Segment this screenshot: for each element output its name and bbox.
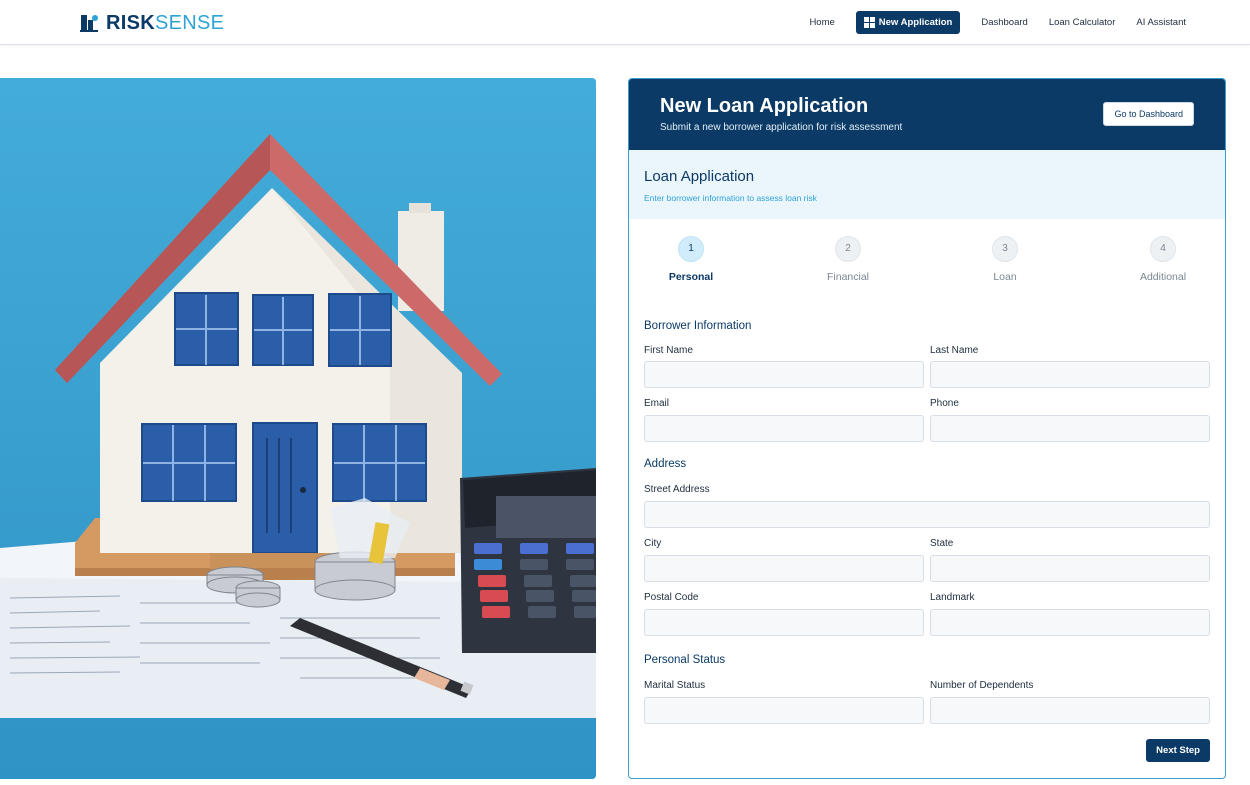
first-name-input[interactable]: [644, 361, 924, 388]
house-illustration: [0, 78, 596, 779]
step-number: 3: [992, 236, 1018, 262]
phone-label: Phone: [930, 398, 959, 409]
step-label: Additional: [1139, 271, 1187, 283]
logo-text-risk: RISK: [106, 11, 155, 34]
marital-status-select[interactable]: [644, 697, 924, 724]
email-input[interactable]: [644, 415, 924, 442]
landmark-label: Landmark: [930, 592, 975, 603]
step-label: Financial: [826, 271, 870, 283]
section-header: Loan Application Enter borrower informat…: [629, 150, 1225, 219]
loan-application-card: New Loan Application Submit a new borrow…: [628, 78, 1226, 779]
card-subtitle: Submit a new borrower application for ri…: [660, 122, 903, 133]
card-title: New Loan Application: [660, 95, 869, 117]
logo[interactable]: RISK SENSE: [78, 11, 224, 35]
section-subtitle: Enter borrower information to assess loa…: [644, 193, 817, 203]
nav-links: Home New Application Dashboard Loan Calc…: [788, 10, 1186, 34]
nav-new-application[interactable]: New Application: [855, 10, 961, 34]
hero-image: [0, 78, 596, 779]
nav-home[interactable]: Home: [809, 17, 834, 28]
step-label: Personal: [668, 271, 714, 283]
city-label: City: [644, 538, 662, 549]
step-label: Loan: [993, 271, 1017, 283]
card-header: New Loan Application Submit a new borrow…: [629, 79, 1225, 150]
postal-code-input[interactable]: [644, 609, 924, 636]
logo-icon: [80, 15, 98, 32]
grid-icon: [863, 16, 875, 28]
dependents-label: Number of Dependents: [930, 680, 1034, 691]
next-step-button[interactable]: Next Step: [1146, 739, 1210, 762]
borrower-info-heading: Borrower Information: [644, 320, 752, 332]
street-address-input[interactable]: [644, 501, 1210, 528]
last-name-label: Last Name: [930, 345, 979, 356]
step-number: 1: [678, 236, 704, 262]
city-input[interactable]: [644, 555, 924, 582]
first-name-label: First Name: [644, 345, 693, 356]
step-personal[interactable]: 1 Personal: [651, 236, 731, 283]
nav-new-application-label: New Application: [878, 16, 953, 28]
logo-text-sense: SENSE: [154, 11, 225, 34]
step-additional[interactable]: 4 Additional: [1123, 236, 1203, 283]
email-label: Email: [644, 398, 670, 409]
state-input[interactable]: [930, 555, 1210, 582]
nav-loan-calculator[interactable]: Loan Calculator: [1049, 17, 1116, 28]
step-financial[interactable]: 2 Financial: [808, 236, 888, 283]
landmark-input[interactable]: [930, 609, 1210, 636]
step-number: 4: [1150, 236, 1176, 262]
postal-code-label: Postal Code: [644, 592, 699, 603]
street-address-label: Street Address: [644, 484, 710, 495]
top-navbar: RISK SENSE Home New Application Dashboard…: [0, 0, 1250, 45]
step-number: 2: [835, 236, 861, 262]
section-title: Loan Application: [644, 168, 755, 185]
step-loan[interactable]: 3 Loan: [965, 236, 1045, 283]
personal-status-heading: Personal Status: [644, 654, 726, 666]
phone-input[interactable]: [930, 415, 1210, 442]
last-name-input[interactable]: [930, 361, 1210, 388]
address-heading: Address: [644, 458, 687, 470]
marital-status-label: Marital Status: [644, 680, 706, 691]
dependents-input[interactable]: [930, 697, 1210, 724]
state-label: State: [930, 538, 954, 549]
nav-dashboard[interactable]: Dashboard: [981, 17, 1027, 28]
go-to-dashboard-button[interactable]: Go to Dashboard: [1103, 102, 1194, 126]
nav-ai-assistant[interactable]: AI Assistant: [1136, 17, 1186, 28]
